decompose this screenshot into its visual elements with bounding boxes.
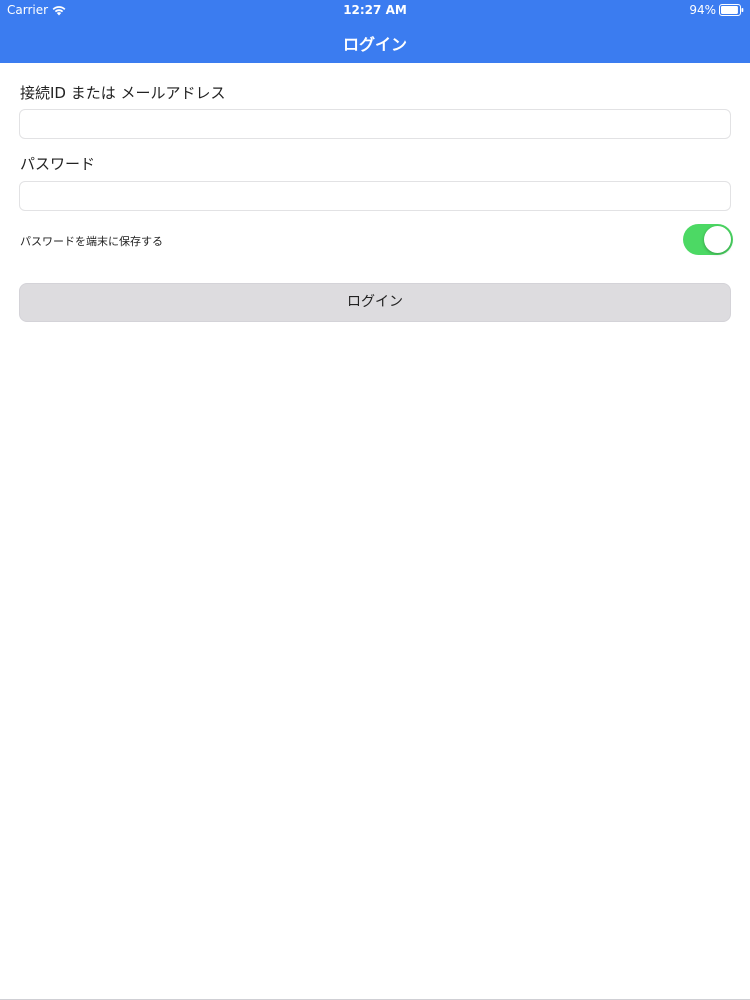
login-button[interactable]: ログイン — [19, 283, 731, 322]
battery-indicator: 94% — [689, 3, 744, 17]
page-title: ログイン — [342, 35, 407, 54]
password-input[interactable] — [19, 181, 731, 211]
status-bar: Carrier 12:27 AM 94% — [0, 0, 750, 22]
remember-password-label: パスワードを端末に保存する — [20, 235, 163, 248]
toggle-knob — [704, 226, 731, 253]
login-id-input[interactable] — [19, 109, 731, 139]
status-time: 12:27 AM — [343, 3, 407, 17]
remember-password-toggle[interactable] — [683, 224, 733, 255]
battery-percentage: 94% — [689, 3, 716, 17]
password-label: パスワード — [20, 155, 96, 173]
battery-icon — [719, 4, 744, 16]
login-id-label: 接続ID または メールアドレス — [20, 84, 226, 102]
login-screen: Carrier 12:27 AM 94% ログイン 接続ID または メールアド… — [0, 0, 750, 1000]
navigation-bar: Carrier 12:27 AM 94% ログイン — [0, 0, 750, 63]
